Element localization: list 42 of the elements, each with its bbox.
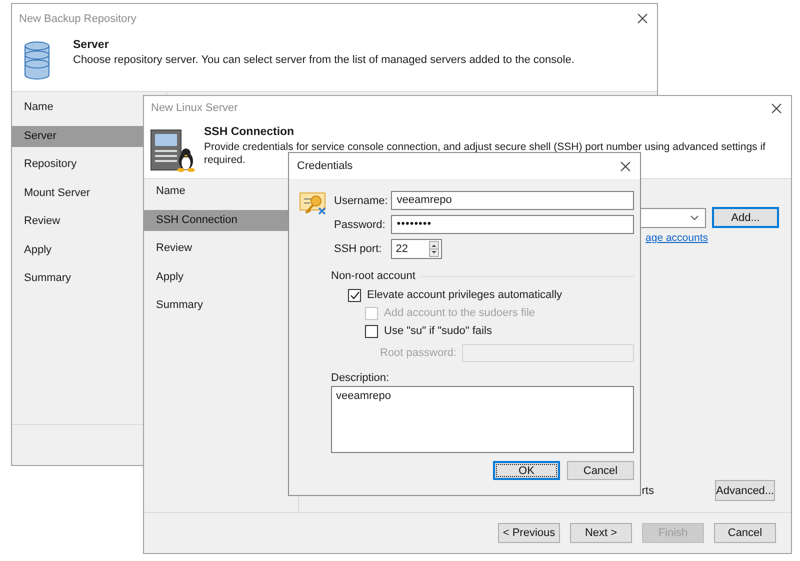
checkbox[interactable] <box>365 324 378 338</box>
checkbox-label: Use "su" if "sudo" fails <box>384 325 492 337</box>
window-title: Credentials <box>297 160 353 172</box>
close-icon[interactable] <box>620 160 631 172</box>
advanced-button[interactable]: Advanced... <box>715 480 775 501</box>
checkbox[interactable] <box>348 288 361 302</box>
username-field[interactable]: veeamrepo <box>390 191 634 210</box>
step-description-line: required. <box>204 154 246 166</box>
field-label: Password: <box>334 218 386 230</box>
wizard-button[interactable]: Next > <box>570 523 632 543</box>
checkbox-label: Add account to the sudoers file <box>384 307 536 319</box>
key-icon <box>299 191 326 215</box>
port-value: 22 <box>396 243 408 255</box>
wizard-button[interactable]: Cancel <box>714 523 776 543</box>
window-title: New Backup Repository <box>19 12 136 24</box>
database-icon <box>23 40 51 80</box>
field-label: Username: <box>334 194 388 206</box>
close-icon[interactable] <box>637 13 648 24</box>
wizard-button[interactable]: < Previous <box>498 523 560 543</box>
description-field[interactable]: veeamrepo <box>331 386 634 453</box>
add-button[interactable]: Add... <box>712 207 779 228</box>
step-description-line: Provide credentials for service console connection, and adjust secure shell (SSH) port number using advanced settings if <box>204 141 766 154</box>
checkbox-label: Elevate account privileges automatically <box>367 289 562 301</box>
field-label: Description: <box>331 372 390 384</box>
manage-accounts-link[interactable]: age accounts <box>646 232 708 244</box>
dialog-button[interactable]: Cancel <box>567 461 634 480</box>
server-penguin-icon <box>150 129 195 173</box>
field-label: Root password: <box>380 347 456 359</box>
step-heading: Server <box>73 38 110 52</box>
dialog-button[interactable]: OK <box>493 461 560 480</box>
spinner-arrows-icon <box>428 241 439 257</box>
chevron-down-icon <box>690 214 699 220</box>
password-field[interactable]: •••••••• <box>390 215 634 234</box>
check-icon <box>350 290 360 300</box>
field-label: SSH port: <box>334 243 383 255</box>
partial-text: rts <box>642 484 654 496</box>
step-description: Choose repository server. You can select server from the list of managed servers added to the console. <box>73 54 576 66</box>
window-title: New Linux Server <box>151 102 238 114</box>
step-heading: SSH Connection <box>204 125 296 139</box>
close-icon[interactable] <box>771 102 782 114</box>
port-field[interactable]: 22 <box>390 239 442 259</box>
group-label: Non-root account <box>331 270 416 282</box>
